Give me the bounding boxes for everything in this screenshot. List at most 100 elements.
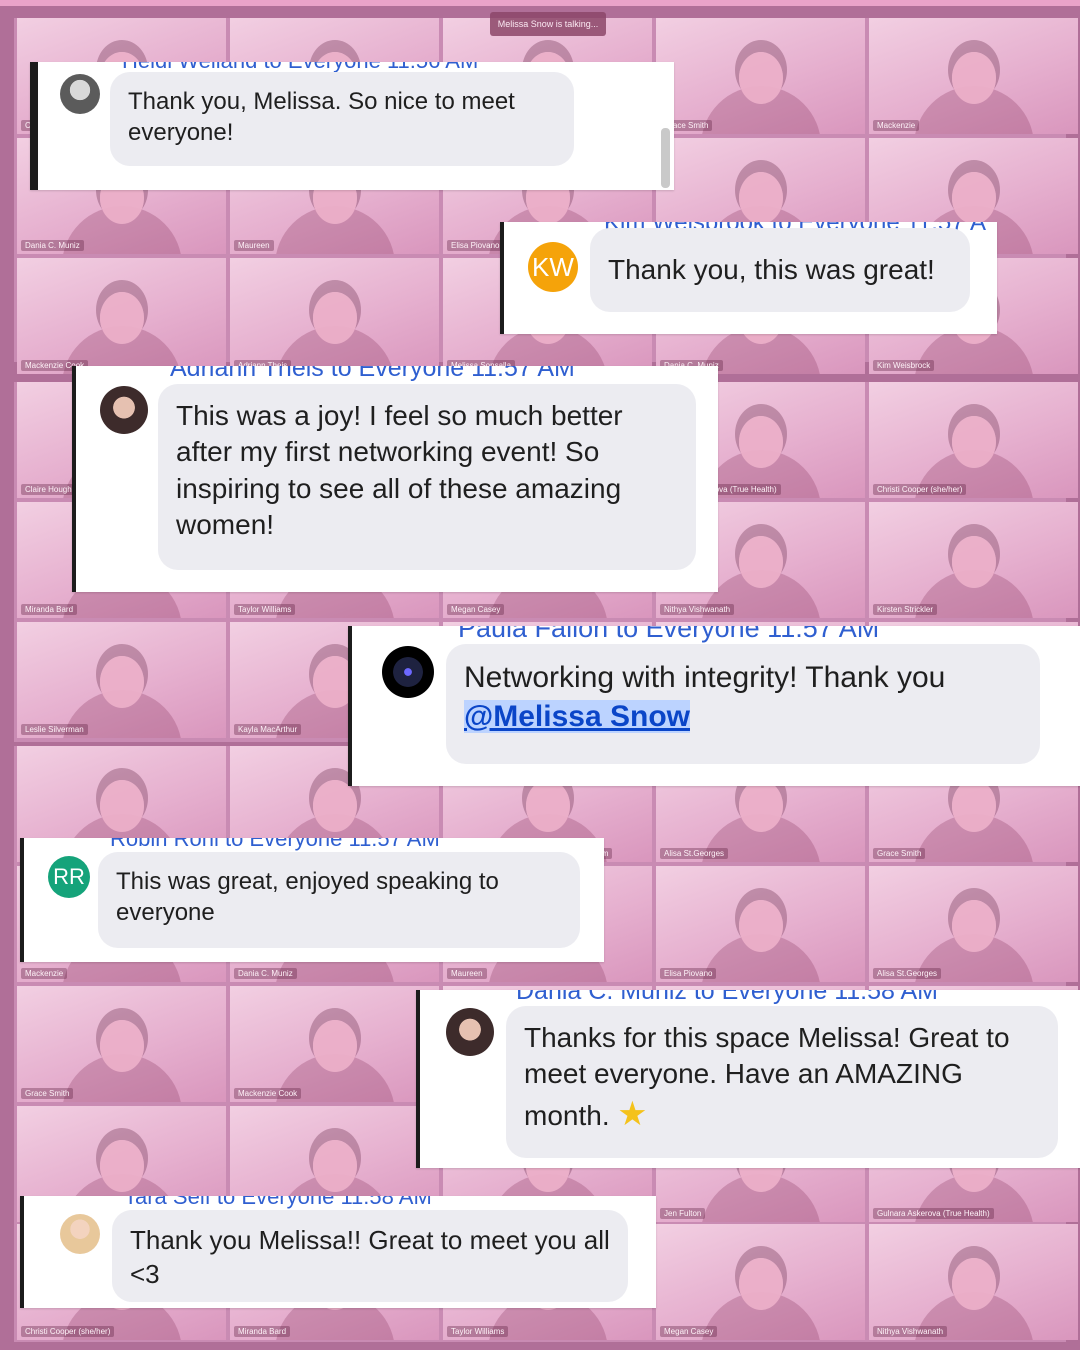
participant-name: Alisa St.Georges (873, 968, 942, 979)
talking-indicator: Melissa Snow is talking... (490, 12, 606, 36)
participant-name: Mackenzie Cook (234, 1088, 302, 1099)
participant-name: Mackenzie (873, 120, 920, 131)
participant-name: Gulnara Askerova (True Health) (873, 1208, 994, 1219)
participant-tile: Megan Casey (656, 1224, 865, 1340)
participant-head (738, 52, 783, 104)
participant-name: Elisa Piovano (660, 968, 717, 979)
star-emoji-icon: ★ (617, 1095, 648, 1133)
participant-name: Christi Cooper (she/her) (21, 1326, 115, 1337)
message-bubble: Thanks for this space Melissa! Great to … (506, 1006, 1058, 1158)
participant-tile: Nithya Vishwanath (869, 1224, 1078, 1340)
participant-head (99, 1020, 144, 1072)
participant-head (738, 900, 783, 952)
participant-head (951, 536, 996, 588)
user-avatar (60, 1214, 100, 1254)
participant-name: Claire Hough (21, 484, 76, 495)
user-avatar: KW (528, 242, 578, 292)
participant-name: Nithya Vishwanath (660, 604, 735, 615)
message-header: Paula Fallon to Everyone 11:57 AM (458, 626, 880, 643)
message-text: Networking with integrity! Thank you (464, 661, 946, 694)
participant-head (312, 1140, 357, 1192)
collage-stage: Catherine PerezGuinevere Martin www.guin… (0, 0, 1080, 1350)
participant-tile: Mackenzie Cook (230, 986, 439, 1102)
participant-head (312, 292, 357, 344)
message-header: Dania C. Muniz to Everyone 11:58 AM (516, 990, 938, 1005)
user-avatar (60, 74, 100, 114)
participant-head (99, 292, 144, 344)
participant-name: Alisa St.Georges (660, 848, 729, 859)
participant-head (951, 416, 996, 468)
participant-name: Kayla MacArthur (234, 724, 302, 735)
participant-name: Kim Weisbrock (873, 360, 935, 371)
participant-head (951, 1258, 996, 1310)
mention-link[interactable]: @Melissa Snow (464, 700, 690, 733)
participant-head (99, 1140, 144, 1192)
participant-head (738, 1258, 783, 1310)
participant-name: Leslie Silverman (21, 724, 88, 735)
participant-name: Mackenzie (21, 968, 68, 979)
participant-name: Nithya Vishwanath (873, 1326, 948, 1337)
participant-name: Taylor Williams (234, 604, 296, 615)
participant-name: Taylor Williams (447, 1326, 509, 1337)
participant-name: Megan Casey (660, 1326, 718, 1337)
participant-tile: Elisa Piovano (656, 866, 865, 982)
participant-tile: Mackenzie Cook (17, 258, 226, 374)
chat-card-tara: Tara Self to Everyone 11:58 AM Thank you… (20, 1196, 656, 1308)
participant-name: Miranda Bard (21, 604, 78, 615)
user-avatar (446, 1008, 494, 1056)
chat-card-kim: Kim Weisbrook to Everyone 11:57 A KW Tha… (500, 222, 997, 334)
participant-head (99, 780, 144, 832)
participant-name: Megan Casey (447, 604, 505, 615)
participant-name: Dania C. Muniz (234, 968, 297, 979)
message-bubble: This was a joy! I feel so much better af… (158, 384, 696, 570)
message-header: Adriann Theis to Everyone 11:57 AM (170, 366, 575, 382)
participant-name: Grace Smith (21, 1088, 74, 1099)
chat-card-robin: Robin Rohl to Everyone 11:57 AM RR This … (20, 838, 604, 962)
participant-name: Grace Smith (873, 848, 926, 859)
participant-head (738, 780, 783, 832)
participant-head (312, 1020, 357, 1072)
participant-tile: Grace Smith (17, 986, 226, 1102)
participant-tile: Adriann Theis (230, 258, 439, 374)
participant-head (951, 780, 996, 832)
message-header: Robin Rohl to Everyone 11:57 AM (110, 838, 440, 851)
participant-head (738, 536, 783, 588)
participant-tile: Alisa St.Georges (869, 866, 1078, 982)
participant-name: Jen Fulton (660, 1208, 706, 1219)
chat-card-adriann: Adriann Theis to Everyone 11:57 AM This … (72, 366, 718, 592)
participant-name: Maureen (234, 240, 274, 251)
message-bubble: Thank you Melissa!! Great to meet you al… (112, 1210, 628, 1302)
message-bubble: Thank you, this was great! (590, 228, 970, 312)
participant-head (99, 656, 144, 708)
message-bubble: Thank you, Melissa. So nice to meet ever… (110, 72, 574, 166)
chat-card-dania: Dania C. Muniz to Everyone 11:58 AM Than… (416, 990, 1080, 1168)
participant-name: Dania C. Muniz (21, 240, 84, 251)
message-bubble: Networking with integrity! Thank you @Me… (446, 644, 1040, 764)
user-avatar (100, 386, 148, 434)
participant-tile: Leslie Silverman (17, 622, 226, 738)
participant-name: Christi Cooper (she/her) (873, 484, 967, 495)
participant-head (738, 172, 783, 224)
participant-head (525, 780, 570, 832)
message-bubble: This was great, enjoyed speaking to ever… (98, 852, 580, 948)
top-strip (0, 0, 1080, 6)
user-avatar (382, 646, 434, 698)
chat-card-heidi: Heidi Weiland to Everyone 11:56 AM Thank… (30, 62, 674, 190)
participant-head (951, 52, 996, 104)
participant-name: Miranda Bard (234, 1326, 291, 1337)
participant-tile: Grace Smith (656, 18, 865, 134)
user-avatar: RR (48, 856, 90, 898)
scrollbar[interactable] (661, 128, 670, 188)
participant-name: Elisa Piovano (447, 240, 504, 251)
message-text: Thanks for this space Melissa! Great to … (524, 1022, 1010, 1131)
participant-name: Maureen (447, 968, 487, 979)
participant-tile: Kirsten Strickler (869, 502, 1078, 618)
message-header: Tara Self to Everyone 11:58 AM (124, 1196, 432, 1209)
chat-card-paula: Paula Fallon to Everyone 11:57 AM Networ… (348, 626, 1080, 786)
participant-tile: Christi Cooper (she/her) (869, 382, 1078, 498)
participant-head (951, 900, 996, 952)
participant-head (312, 780, 357, 832)
participant-name: Kirsten Strickler (873, 604, 938, 615)
participant-head (738, 416, 783, 468)
participant-tile: Mackenzie (869, 18, 1078, 134)
